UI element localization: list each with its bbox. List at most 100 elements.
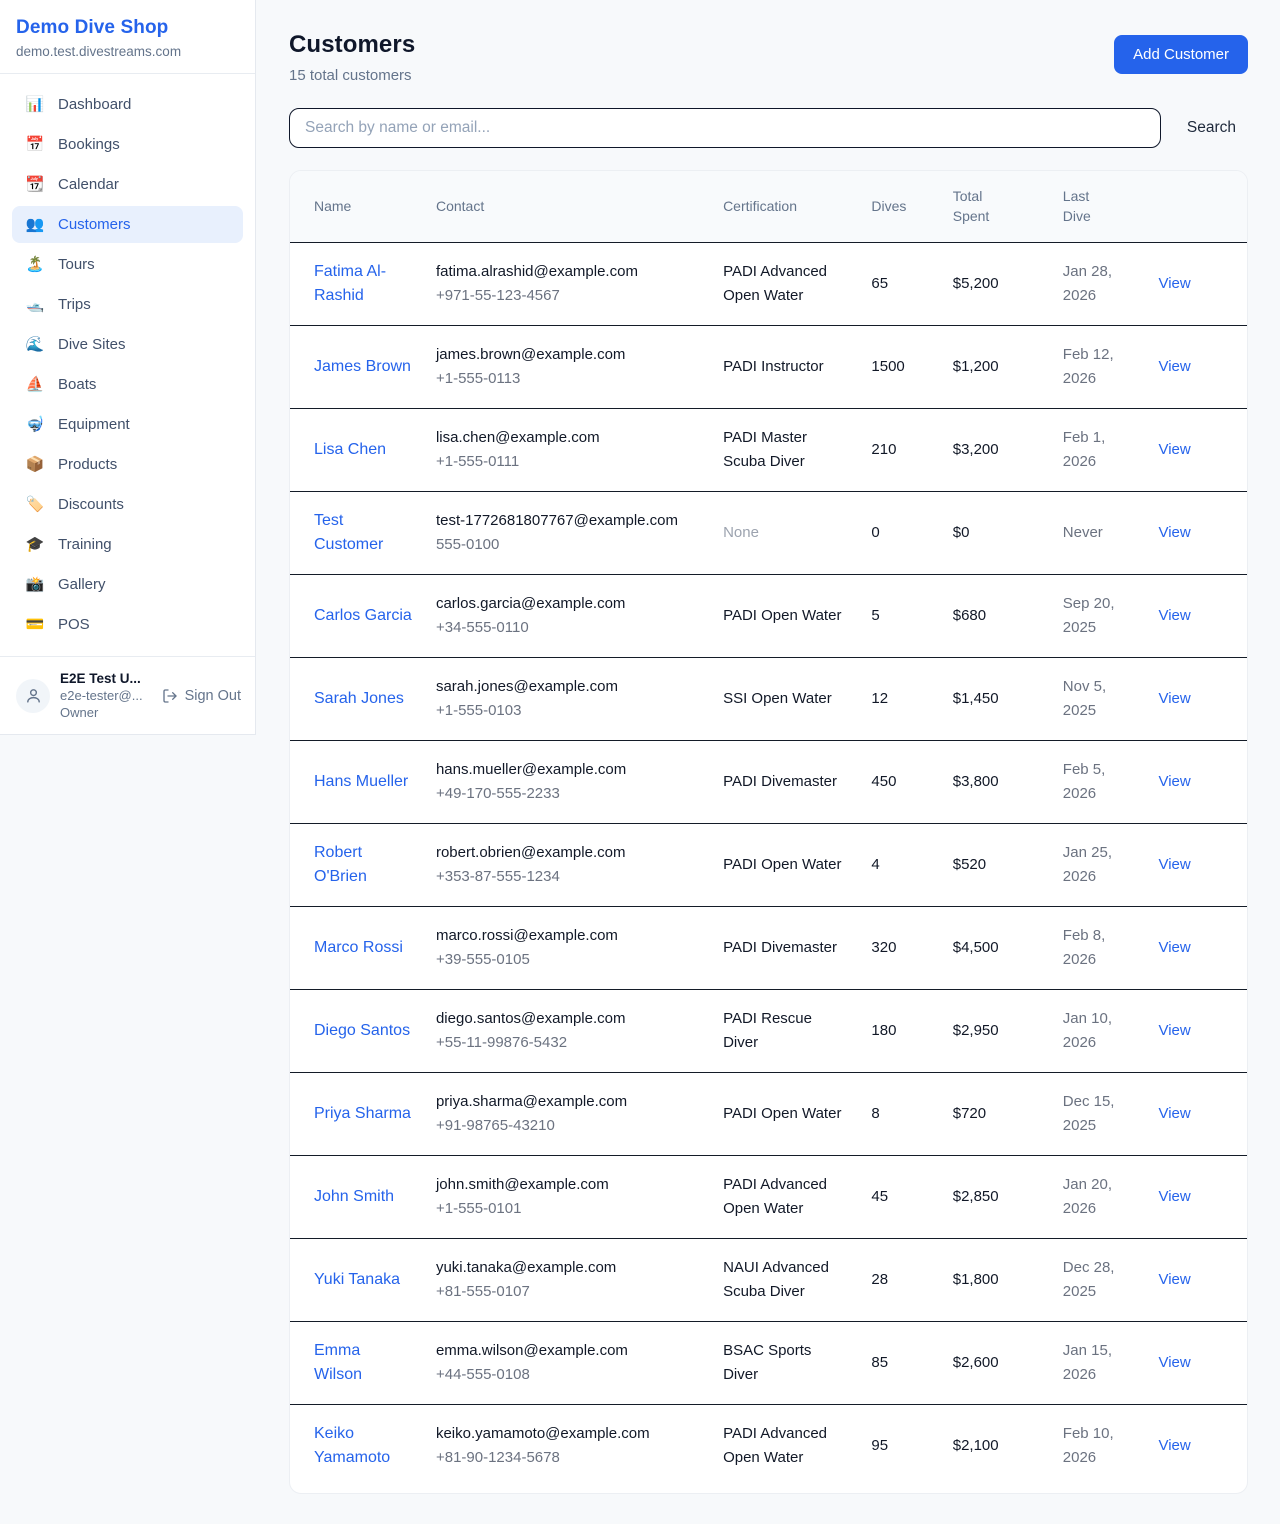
view-link[interactable]: View	[1158, 441, 1190, 458]
customer-certification: BSAC Sports Diver	[723, 1342, 811, 1383]
customer-name-link[interactable]: Lisa Chen	[314, 438, 386, 462]
view-link[interactable]: View	[1158, 1105, 1190, 1122]
customer-name-link[interactable]: Fatima Al-Rashid	[314, 260, 412, 308]
sidebar-item-gallery[interactable]: 📸Gallery	[12, 566, 243, 603]
customer-dives: 0	[871, 524, 879, 541]
sidebar: Demo Dive Shop demo.test.divestreams.com…	[0, 0, 256, 735]
search-input[interactable]	[289, 108, 1161, 148]
customer-name-link[interactable]: Test Customer	[314, 509, 412, 557]
sidebar-item-customers[interactable]: 👥Customers	[12, 206, 243, 243]
view-link[interactable]: View	[1158, 358, 1190, 375]
sidebar-item-trips[interactable]: 🛥️Trips	[12, 286, 243, 323]
customer-total-spent: $4,500	[953, 939, 999, 956]
sidebar-item-label: Tours	[58, 256, 95, 273]
calendar-icon: 📆	[25, 177, 45, 192]
sidebar-item-boats[interactable]: ⛵Boats	[12, 366, 243, 403]
customer-last-dive: Sep 20, 2025	[1063, 595, 1115, 636]
dashboard-icon: 📊	[25, 97, 45, 112]
table-row: Priya Sharmapriya.sharma@example.com+91-…	[290, 1072, 1247, 1155]
shop-name[interactable]: Demo Dive Shop	[16, 17, 239, 39]
view-link[interactable]: View	[1158, 773, 1190, 790]
customer-name-link[interactable]: Yuki Tanaka	[314, 1268, 400, 1292]
sidebar-item-equipment[interactable]: 🤿Equipment	[12, 406, 243, 443]
column-header-text: Contact	[436, 198, 484, 214]
customer-certification: PADI Advanced Open Water	[723, 263, 827, 304]
customer-total-spent: $1,200	[953, 358, 999, 375]
sidebar-item-pos[interactable]: 💳POS	[12, 606, 243, 643]
search-button[interactable]: Search	[1175, 111, 1248, 145]
sidebar-item-label: Training	[58, 536, 112, 553]
sidebar-item-dive-sites[interactable]: 🌊Dive Sites	[12, 326, 243, 363]
customer-dives: 4	[871, 856, 879, 873]
customer-name-link[interactable]: Keiko Yamamoto	[314, 1422, 412, 1470]
customer-phone: +1-555-0101	[436, 1197, 699, 1221]
view-link[interactable]: View	[1158, 275, 1190, 292]
user-role: Owner	[60, 705, 152, 720]
user-box: E2E Test U... e2e-tester@... Owner Sign …	[0, 656, 255, 734]
customer-certification: None	[723, 524, 759, 541]
customer-name-link[interactable]: John Smith	[314, 1185, 394, 1209]
customer-email: hans.mueller@example.com	[436, 758, 699, 782]
customer-email: carlos.garcia@example.com	[436, 592, 699, 616]
customer-phone: +81-555-0107	[436, 1280, 699, 1304]
sidebar-item-calendar[interactable]: 📆Calendar	[12, 166, 243, 203]
table-row: Fatima Al-Rashidfatima.alrashid@example.…	[290, 242, 1247, 325]
customer-last-dive: Jan 20, 2026	[1063, 1176, 1112, 1217]
sidebar-item-dashboard[interactable]: 📊 Dashboard	[12, 86, 243, 123]
view-link[interactable]: View	[1158, 607, 1190, 624]
view-link[interactable]: View	[1158, 1271, 1190, 1288]
column-header-dives: Dives	[859, 171, 940, 242]
view-link[interactable]: View	[1158, 1188, 1190, 1205]
sign-out-button[interactable]: Sign Out	[162, 688, 241, 704]
customer-name-link[interactable]: Sarah Jones	[314, 687, 404, 711]
customer-certification: PADI Open Water	[723, 1105, 841, 1122]
customer-name-link[interactable]: Marco Rossi	[314, 936, 403, 960]
view-link[interactable]: View	[1158, 524, 1190, 541]
customer-name-link[interactable]: Priya Sharma	[314, 1102, 411, 1126]
customer-name-link[interactable]: Diego Santos	[314, 1019, 410, 1043]
customer-dives: 320	[871, 939, 896, 956]
sidebar-item-bookings[interactable]: 📅Bookings	[12, 126, 243, 163]
sidebar-item-products[interactable]: 📦Products	[12, 446, 243, 483]
customer-email: james.brown@example.com	[436, 343, 699, 367]
customer-dives: 65	[871, 275, 888, 292]
customer-name-link[interactable]: Carlos Garcia	[314, 604, 412, 628]
customer-total-spent: $1,800	[953, 1271, 999, 1288]
customers-table-card: NameContactCertificationDivesTotal Spent…	[289, 170, 1248, 1494]
customer-dives: 95	[871, 1437, 888, 1454]
sidebar-item-label: Dashboard	[58, 96, 131, 113]
column-header-total-spent: Total Spent	[941, 171, 1051, 242]
sidebar-item-training[interactable]: 🎓Training	[12, 526, 243, 563]
view-link[interactable]: View	[1158, 690, 1190, 707]
customer-total-spent: $5,200	[953, 275, 999, 292]
customer-dives: 450	[871, 773, 896, 790]
sidebar-item-tours[interactable]: 🏝️Tours	[12, 246, 243, 283]
view-link[interactable]: View	[1158, 1437, 1190, 1454]
sidebar-item-label: Discounts	[58, 496, 124, 513]
customer-phone: +1-555-0111	[436, 450, 699, 474]
table-row: Emma Wilsonemma.wilson@example.com+44-55…	[290, 1321, 1247, 1404]
sidebar-item-discounts[interactable]: 🏷️Discounts	[12, 486, 243, 523]
add-customer-button[interactable]: Add Customer	[1114, 35, 1248, 74]
customer-name-link[interactable]: Emma Wilson	[314, 1339, 412, 1387]
sidebar-item-label: Gallery	[58, 576, 106, 593]
customer-name-link[interactable]: James Brown	[314, 355, 411, 379]
customer-last-dive: Jan 15, 2026	[1063, 1342, 1112, 1383]
view-link[interactable]: View	[1158, 1354, 1190, 1371]
sidebar-item-label: Customers	[58, 216, 131, 233]
page-title: Customers	[289, 31, 415, 59]
customer-name-link[interactable]: Robert O'Brien	[314, 841, 412, 889]
search-row: Search	[289, 108, 1248, 148]
view-link[interactable]: View	[1158, 856, 1190, 873]
view-link[interactable]: View	[1158, 1022, 1190, 1039]
customer-last-dive: Feb 1, 2026	[1063, 429, 1106, 470]
customer-total-spent: $3,800	[953, 773, 999, 790]
customer-last-dive: Feb 10, 2026	[1063, 1425, 1114, 1466]
customer-phone: +49-170-555-2233	[436, 782, 699, 806]
trips-icon: 🛥️	[25, 297, 45, 312]
customer-name-link[interactable]: Hans Mueller	[314, 770, 408, 794]
sign-out-label: Sign Out	[185, 688, 241, 704]
view-link[interactable]: View	[1158, 939, 1190, 956]
table-row: Diego Santosdiego.santos@example.com+55-…	[290, 989, 1247, 1072]
shop-domain: demo.test.divestreams.com	[16, 44, 239, 59]
